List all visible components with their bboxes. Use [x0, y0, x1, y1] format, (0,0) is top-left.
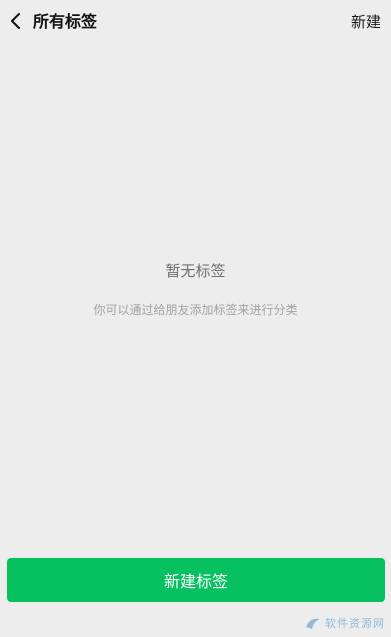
- back-button[interactable]: [4, 6, 26, 36]
- empty-state: 暂无标签 你可以通过给朋友添加标签来进行分类: [0, 260, 391, 319]
- page-title: 所有标签: [33, 12, 98, 31]
- new-tag-link[interactable]: 新建: [351, 11, 381, 33]
- watermark: 软件资源网: [304, 615, 385, 631]
- watermark-logo-icon: [306, 618, 320, 629]
- new-tag-button[interactable]: 新建标签: [7, 558, 385, 602]
- navigation-bar: 所有标签 新建: [0, 0, 391, 44]
- empty-state-description: 你可以通过给朋友添加标签来进行分类: [93, 303, 298, 317]
- tags-screen: 所有标签 新建 暂无标签 你可以通过给朋友添加标签来进行分类 新建标签 软件资源…: [0, 0, 391, 637]
- watermark-text: 软件资源网: [325, 617, 385, 630]
- chevron-left-icon: [11, 13, 20, 29]
- empty-state-title: 暂无标签: [165, 262, 226, 280]
